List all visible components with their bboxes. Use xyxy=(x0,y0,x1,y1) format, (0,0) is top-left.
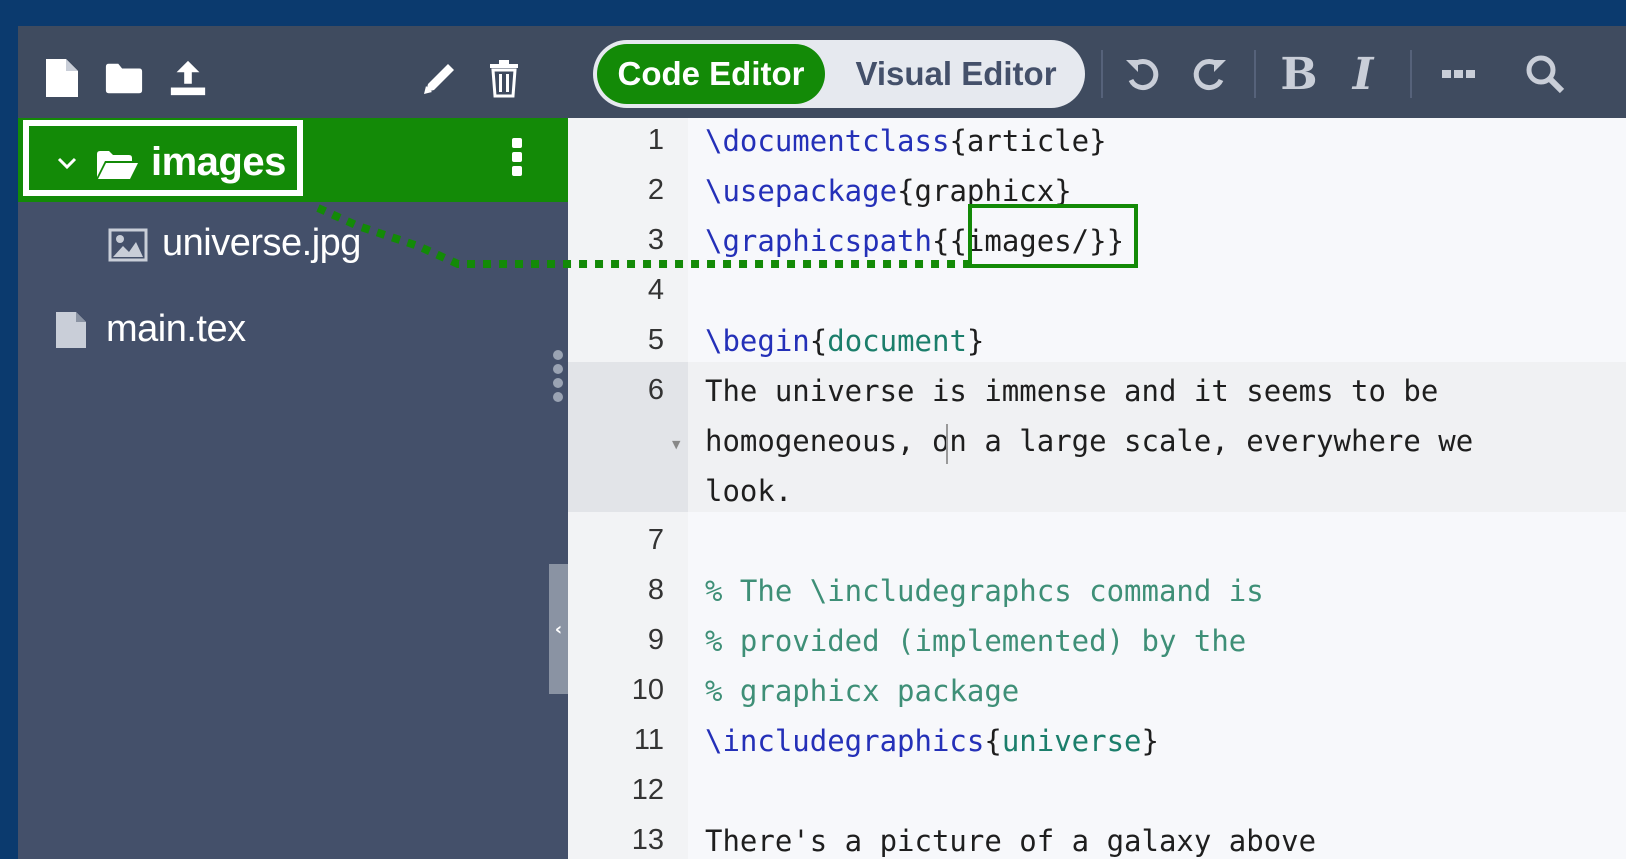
code-token: \graphicspath xyxy=(705,224,932,258)
code-line: \documentclass{article} xyxy=(705,124,1107,158)
code-line: \usepackage{graphicx} xyxy=(705,174,1072,208)
visual-editor-button[interactable]: Visual Editor xyxy=(833,44,1079,104)
fold-arrow-icon[interactable]: ▼ xyxy=(672,438,680,451)
search-icon[interactable] xyxy=(1520,46,1570,102)
code-line: % provided (implemented) by the xyxy=(705,624,1246,658)
code-line: % graphicx package xyxy=(705,674,1019,708)
code-token: look. xyxy=(705,474,793,508)
code-token: \begin xyxy=(705,324,810,358)
new-file-icon[interactable] xyxy=(42,58,82,98)
line-number: 7 xyxy=(647,524,664,556)
app-window: images universe.jpg main.tex ‹ Code Edit… xyxy=(18,26,1626,859)
code-line: look. xyxy=(705,474,792,508)
code-token: {article} xyxy=(949,124,1107,158)
line-number: 1 xyxy=(647,124,664,156)
line-number: 4 xyxy=(647,274,664,306)
code-token: The universe is immense and it seems to … xyxy=(705,374,1439,408)
code-editor-button[interactable]: Code Editor xyxy=(597,44,825,104)
editor-mode-toggle: Code Editor Visual Editor xyxy=(593,40,1085,108)
text-cursor xyxy=(946,424,948,464)
code-line: \begin{document} xyxy=(705,324,984,358)
file-row-universe-jpg[interactable]: universe.jpg xyxy=(18,204,568,284)
line-number: 6 xyxy=(647,374,664,406)
upload-icon[interactable] xyxy=(168,58,208,98)
code-token: % provided (implemented) by the xyxy=(705,624,1247,658)
code-token: { xyxy=(984,724,1002,758)
code-token: % The \includegraphcs command is xyxy=(705,574,1264,608)
code-token: } xyxy=(1141,724,1159,758)
file-label: main.tex xyxy=(106,308,246,350)
undo-icon[interactable] xyxy=(1118,46,1168,102)
line-number: 10 xyxy=(631,674,664,706)
file-icon xyxy=(56,312,86,348)
code-token: { xyxy=(809,324,828,358)
folder-row-images[interactable]: images xyxy=(18,118,568,202)
code-line: homogeneous, on a large scale, everywher… xyxy=(705,424,1473,458)
more-icon[interactable] xyxy=(1434,46,1484,102)
new-folder-icon[interactable] xyxy=(104,58,144,98)
code-token: \documentclass xyxy=(705,124,950,158)
code-line: The universe is immense and it seems to … xyxy=(705,374,1438,408)
annotation-box-images-path xyxy=(968,204,1138,268)
file-tree-panel: images universe.jpg main.tex ‹ xyxy=(18,26,568,859)
line-number: 3 xyxy=(647,224,664,256)
folder-open-icon xyxy=(97,151,138,179)
delete-icon[interactable] xyxy=(484,58,524,98)
code-line: \includegraphics{universe} xyxy=(705,724,1159,758)
line-number: 9 xyxy=(647,624,664,656)
image-file-icon xyxy=(108,228,148,262)
line-number: 13 xyxy=(631,824,664,856)
kebab-menu-icon[interactable] xyxy=(510,138,524,178)
file-row-main-tex[interactable]: main.tex xyxy=(18,290,568,370)
code-token: } xyxy=(966,324,985,358)
line-number: 2 xyxy=(647,174,664,206)
line-number: 11 xyxy=(633,724,664,756)
folder-highlight-box: images xyxy=(23,120,303,196)
code-editor[interactable]: 1 \documentclass{article} 2 \usepackage{gra… xyxy=(568,118,1626,859)
code-line: % The \includegraphcs command is xyxy=(705,574,1264,608)
folder-label: images xyxy=(151,140,286,184)
rename-icon[interactable] xyxy=(420,58,460,98)
file-tree-toolbar xyxy=(18,26,568,118)
code-line: There's a picture of a galaxy above xyxy=(705,824,1316,858)
toolbar-divider xyxy=(1101,50,1103,98)
line-number: 5 xyxy=(647,324,664,356)
code-token: \usepackage xyxy=(705,174,898,208)
bold-icon[interactable]: B xyxy=(1274,46,1324,102)
collapse-panel-button[interactable]: ‹ xyxy=(549,564,568,694)
code-token: homogeneous, on a large scale, everywher… xyxy=(705,424,1474,458)
code-token: {graphicx} xyxy=(897,174,1072,208)
code-token: \includegraphics xyxy=(705,724,985,758)
line-number: 8 xyxy=(647,574,664,606)
code-token: universe xyxy=(1001,724,1142,758)
line-number: 12 xyxy=(631,774,664,806)
code-token: document xyxy=(827,324,967,358)
toolbar-divider xyxy=(1410,50,1412,98)
italic-icon[interactable]: I xyxy=(1338,46,1388,102)
chevron-down-icon[interactable] xyxy=(57,156,77,170)
file-label: universe.jpg xyxy=(162,222,361,264)
redo-icon[interactable] xyxy=(1184,46,1234,102)
panel-resize-handle[interactable] xyxy=(553,350,565,414)
toolbar-divider xyxy=(1254,50,1256,98)
code-token: % graphicx package xyxy=(705,674,1020,708)
editor-toolbar: Code Editor Visual Editor B I xyxy=(568,26,1626,118)
code-token: There's a picture of a galaxy above xyxy=(705,824,1317,858)
